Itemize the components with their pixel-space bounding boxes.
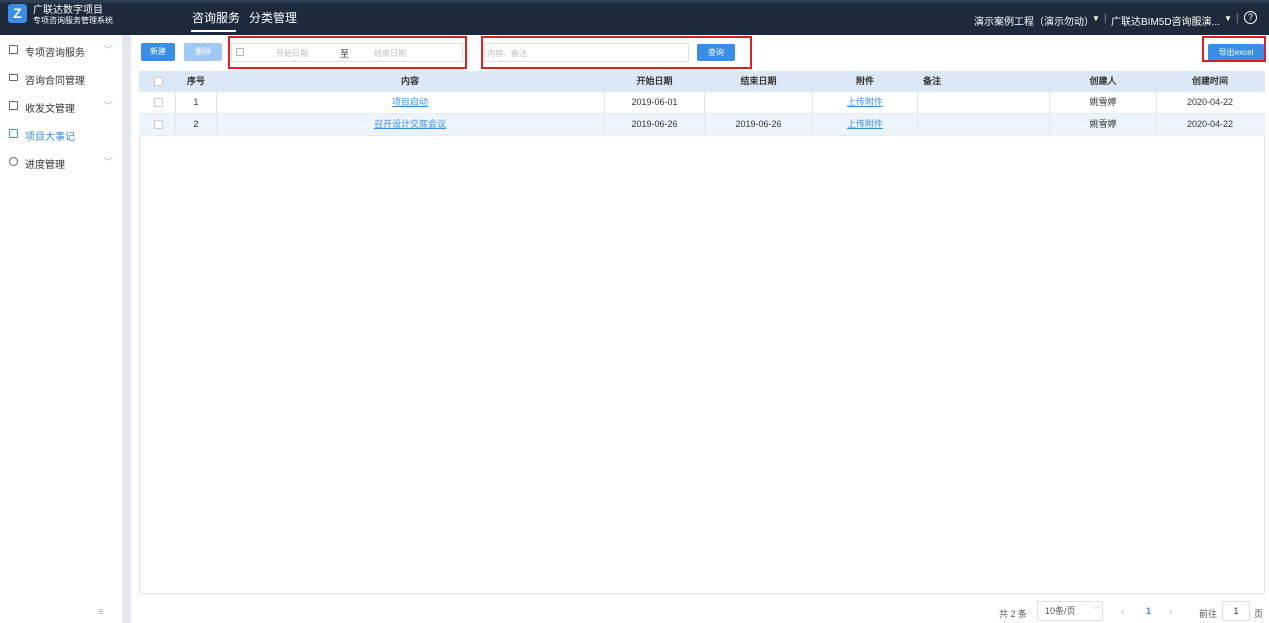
highlight-frame	[1202, 36, 1266, 62]
remark-cell	[923, 114, 1043, 135]
remark-cell	[923, 92, 1043, 113]
project-dropdown-icon[interactable]: ▼	[1092, 14, 1100, 23]
header-creator: 创建人	[1089, 76, 1117, 86]
mail-icon	[9, 101, 18, 110]
app-title: 广联达数字项目	[33, 5, 103, 16]
table-row[interactable]: 2 召开设计交底会议 2019-06-26 2019-06-26 上传附件 姚雪…	[139, 114, 1265, 136]
active-tab-indicator	[191, 30, 236, 32]
content-link[interactable]: 召开设计交底会议	[217, 114, 603, 135]
events-table	[139, 71, 1265, 594]
company-dropdown-icon[interactable]: ▼	[1224, 14, 1232, 23]
table-row[interactable]: 1 项目启动 2019-06-01 上传附件 姚雪婷 2020-04-22	[139, 92, 1265, 114]
next-page-icon[interactable]: ›	[1169, 606, 1172, 617]
gutter	[122, 35, 131, 623]
start-date-cell: 2019-06-01	[631, 97, 678, 107]
created-time-cell: 2020-04-22	[1186, 119, 1234, 129]
highlight-frame	[228, 36, 467, 69]
sidebar: 专项咨询服务 ﹀ 咨询合同管理 收发文管理 ﹀ 项目大事记 进度管理 ﹀	[0, 35, 122, 623]
select-all-checkbox[interactable]	[154, 77, 163, 86]
header-content: 内容	[400, 76, 419, 86]
collapse-menu-icon[interactable]: ≡	[98, 607, 104, 618]
header-created-time: 创建时间	[1191, 76, 1228, 86]
goto-label: 前往	[1199, 609, 1218, 619]
row-checkbox[interactable]	[154, 98, 163, 107]
sidebar-item-project-events[interactable]: 项目大事记	[0, 124, 122, 144]
header-index: 序号	[186, 76, 205, 86]
header-remark: 备注	[923, 76, 942, 86]
record-icon	[9, 129, 18, 138]
contract-icon	[9, 74, 18, 81]
creator-cell: 姚雪婷	[1089, 119, 1117, 129]
company-selector[interactable]: 广联达BIM5D咨询服演...	[1111, 13, 1220, 28]
sidebar-item-label: 收发文管理	[25, 104, 75, 115]
sidebar-item-documents[interactable]: 收发文管理 ﹀	[0, 96, 122, 116]
project-selector[interactable]: 演示案例工程（演示勿动）	[974, 13, 1094, 28]
sidebar-item-label: 专项咨询服务	[25, 48, 85, 59]
row-index: 2	[193, 119, 199, 129]
created-time-cell: 2020-04-22	[1186, 97, 1234, 107]
chevron-down-icon: ﹀	[104, 157, 114, 167]
header-start-date: 开始日期	[636, 76, 673, 86]
new-button[interactable]: 新建	[141, 43, 175, 61]
end-date-cell	[705, 92, 812, 113]
content-link[interactable]: 项目启动	[217, 92, 603, 113]
prev-page-icon[interactable]: ‹	[1121, 606, 1124, 617]
end-date-cell: 2019-06-26	[735, 119, 782, 129]
divider: |	[1236, 13, 1239, 24]
chevron-down-icon: ﹀	[104, 45, 114, 55]
chevron-down-icon: ﹀	[104, 101, 114, 111]
sidebar-item-label: 咨询合同管理	[25, 76, 85, 87]
highlight-frame	[481, 36, 752, 69]
row-checkbox[interactable]	[154, 120, 163, 129]
goto-page-input[interactable]: 1	[1222, 601, 1250, 621]
sidebar-item-special-consulting[interactable]: 专项咨询服务 ﹀	[0, 40, 122, 60]
current-page[interactable]: 1	[1146, 606, 1151, 616]
header-end-date: 结束日期	[740, 76, 777, 86]
creator-cell: 姚雪婷	[1089, 97, 1117, 107]
total-count: 共 2 条	[999, 609, 1028, 619]
table-header: 序号 内容 开始日期 结束日期 附件 备注 创建人 创建时间	[139, 71, 1265, 92]
chevron-down-icon: ﹀	[1092, 606, 1100, 615]
app-subtitle: 专项咨询服务管理系统	[33, 16, 113, 25]
header-attachment: 附件	[855, 76, 874, 86]
row-index: 1	[193, 97, 199, 107]
start-date-cell: 2019-06-26	[631, 119, 678, 129]
app-logo-icon: Z	[8, 4, 27, 23]
sidebar-item-contract[interactable]: 咨询合同管理	[0, 68, 122, 88]
sidebar-item-schedule[interactable]: 进度管理 ﹀	[0, 152, 122, 172]
tab-category-management[interactable]: 分类管理	[249, 9, 297, 26]
help-icon[interactable]: ?	[1244, 11, 1257, 24]
page-size-value: 10条/页	[1045, 606, 1076, 616]
page-suffix: 页	[1254, 609, 1264, 619]
page-size-select[interactable]: 10条/页 ﹀	[1037, 601, 1103, 621]
document-icon	[9, 45, 18, 54]
sidebar-item-label: 项目大事记	[25, 132, 75, 143]
clock-icon	[9, 157, 18, 166]
upload-attachment-link[interactable]: 上传附件	[813, 92, 917, 113]
sidebar-item-label: 进度管理	[25, 160, 65, 171]
divider: |	[1104, 13, 1107, 24]
delete-button[interactable]: 删除	[184, 43, 222, 61]
upload-attachment-link[interactable]: 上传附件	[813, 114, 917, 135]
tab-consulting-service[interactable]: 咨询服务	[192, 9, 240, 26]
